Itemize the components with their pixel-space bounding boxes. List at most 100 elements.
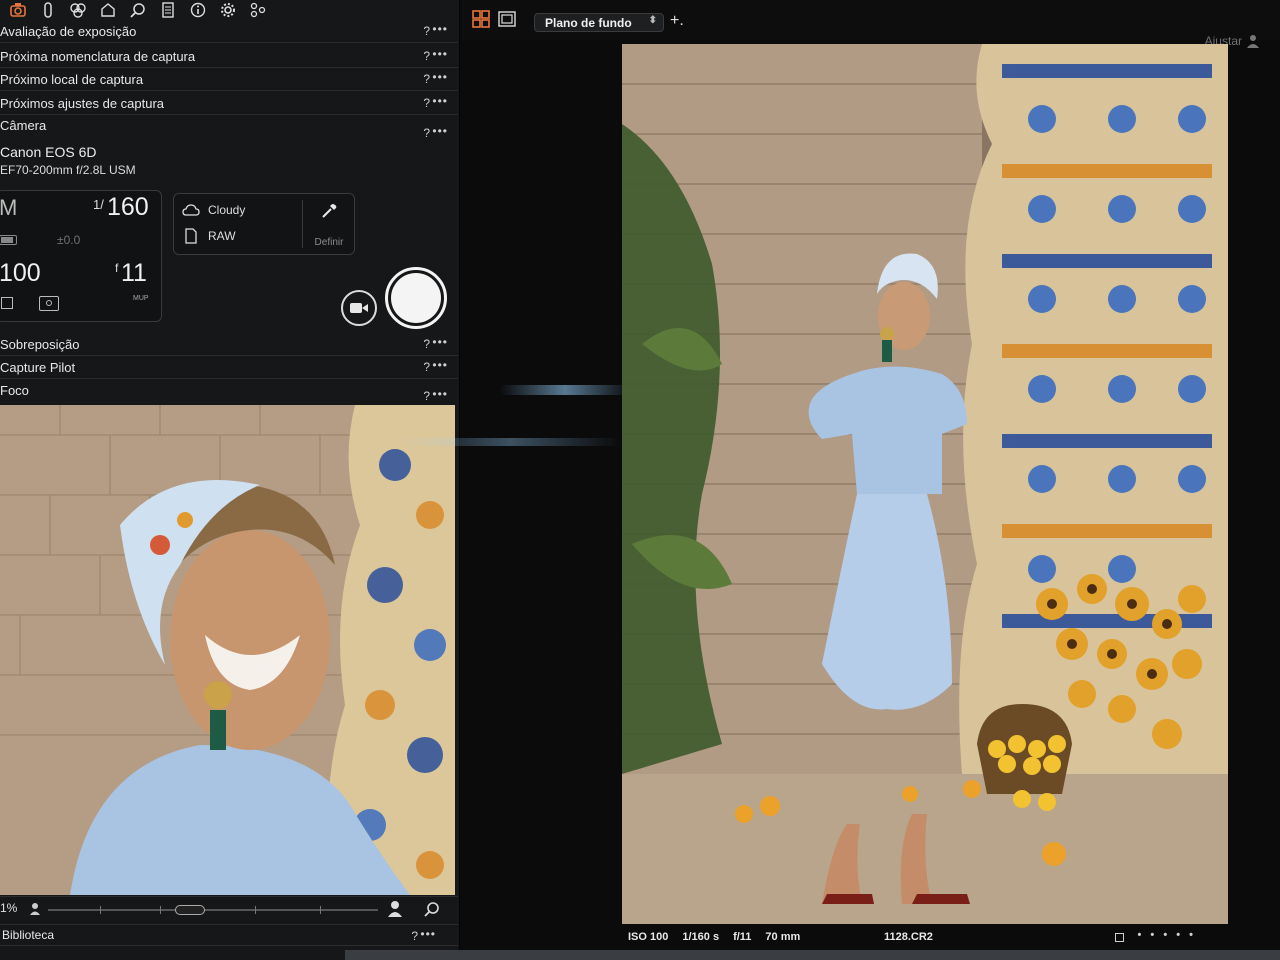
drive-mode-icon[interactable] [1,297,13,309]
person-small-icon [30,902,40,915]
help-icon[interactable]: ? [423,49,430,63]
section-label: Foco [0,383,29,398]
set-label: Definir [314,237,344,248]
section-label: Próximo local de captura [0,71,144,87]
shutter-numerator: 1/ [93,197,104,212]
background-select[interactable]: Plano de fundo ⬍ [534,13,664,32]
shutter-speed[interactable]: 160 [107,193,149,222]
exposure-readout: M 1/ 160 ±0.0 100 f 11 MUP [0,190,162,322]
camera-tab-icon[interactable] [8,2,28,18]
section-label: Avaliação de exposição [0,23,137,39]
more-icon[interactable]: ••• [432,387,448,401]
section-next-capture-location[interactable]: Próximo local de captura ? ••• [0,68,458,91]
section-overlay[interactable]: Sobreposição ? ••• [0,333,458,356]
info-shutter: 1/160 s [682,931,720,943]
shooting-mode[interactable]: M [0,195,17,221]
more-icon[interactable]: ••• [432,70,448,84]
file-format-value: RAW [208,229,236,243]
eyedropper-icon [322,204,337,218]
viewer-toolbar: Plano de fundo ⬍ +. Ajustar [462,0,1280,48]
metadata-tab-icon[interactable] [158,2,178,18]
camera-lens: EF70-200mm f/2.8L USM [0,163,136,177]
battery-icon [0,235,17,245]
section-capture-pilot[interactable]: Capture Pilot ? ••• [0,356,458,379]
exposure-compensation[interactable]: ±0.0 [57,233,80,247]
select-chevron-icon: ⬍ [648,15,657,26]
section-label: Sobreposição [0,336,80,352]
more-icon[interactable]: ••• [432,47,448,61]
file-format-row[interactable]: RAW [182,228,236,244]
section-focus[interactable]: Foco ? ••• [0,379,458,403]
section-camera[interactable]: Câmera ? ••• [0,114,458,140]
screen-glare [500,385,630,395]
help-icon[interactable]: ? [423,389,430,403]
section-label: Próximos ajustes de captura [0,95,165,111]
screen-glare [400,438,620,446]
help-icon[interactable]: ? [423,337,430,351]
more-icon[interactable]: ••• [432,335,448,349]
background-select-value: Plano de fundo [545,15,632,30]
color-tab-icon[interactable] [68,2,88,18]
focus-preview-image [0,405,455,895]
mirror-lockup-label: MUP [133,295,149,302]
single-view-icon[interactable] [498,10,516,28]
more-icon[interactable]: ••• [432,22,448,36]
person-large-icon [388,901,402,917]
gear-icon[interactable] [218,2,238,18]
section-next-capture-naming[interactable]: Próxima nomenclatura de captura ? ••• [0,45,458,68]
help-icon[interactable]: ? [423,126,430,140]
section-label: Capture Pilot [0,359,76,375]
more-icon[interactable]: • • • • • [1138,929,1196,941]
more-icon[interactable]: ••• [432,358,448,372]
help-icon[interactable]: ? [423,72,430,86]
zoom-slider-knob[interactable] [175,905,205,915]
info-tab-icon[interactable] [188,2,208,18]
slider-tick [255,906,256,914]
help-icon[interactable]: ? [423,360,430,374]
add-button[interactable]: +. [670,12,684,30]
grid-view-icon[interactable] [472,10,490,28]
dock [345,950,1280,960]
aperture-value[interactable]: 11 [121,259,147,288]
lens-tab-icon[interactable] [38,2,58,18]
photo-info-bar: ISO 100 1/160 s f/11 70 mm 1128.CR2 • • … [622,926,1228,948]
info-focal-length: 70 mm [765,931,801,943]
capture-button-inner [391,273,441,323]
info-filename: 1128.CR2 [884,931,933,943]
capture-settings-box: Cloudy RAW Definir [173,193,355,255]
more-icon[interactable]: ••• [420,927,436,941]
section-library[interactable]: Biblioteca ? ••• [0,924,458,946]
main-viewer-image[interactable] [622,44,1228,924]
search-icon[interactable] [424,901,440,917]
exposure-tab-icon[interactable] [98,2,118,18]
zoom-percentage: 1% [0,901,18,915]
live-view-button[interactable] [341,290,377,326]
help-icon[interactable]: ? [423,96,430,110]
aperture-prefix: f [115,261,119,275]
capture-button[interactable] [385,267,447,329]
white-balance-row[interactable]: Cloudy [182,202,245,218]
user-icon[interactable] [1246,34,1260,48]
help-icon[interactable]: ? [423,24,430,38]
more-icon[interactable]: ••• [432,124,448,138]
more-icon[interactable]: ••• [432,94,448,108]
divider [302,200,303,248]
set-white-balance-button[interactable]: Definir [306,198,352,250]
select-checkbox-icon[interactable] [1115,933,1124,942]
metering-icon[interactable] [39,296,59,311]
tool-tab-bar [0,0,460,20]
file-icon [185,228,197,244]
focus-toolbar: 1% [0,896,458,922]
iso-value[interactable]: 100 [0,259,41,288]
info-iso: ISO 100 [628,931,669,943]
zoom-slider[interactable] [48,909,378,911]
details-tab-icon[interactable] [128,2,148,18]
section-exposure-evaluation[interactable]: Avaliação de exposição ? ••• [0,20,458,43]
help-icon[interactable]: ? [411,929,418,943]
section-next-capture-adjustments[interactable]: Próximos ajustes de captura ? ••• [0,92,458,115]
section-label: Próxima nomenclatura de captura [0,48,196,64]
batch-tab-icon[interactable] [248,2,268,18]
cloud-icon [182,204,200,216]
section-label: Biblioteca [2,928,55,942]
video-camera-icon [350,303,368,313]
